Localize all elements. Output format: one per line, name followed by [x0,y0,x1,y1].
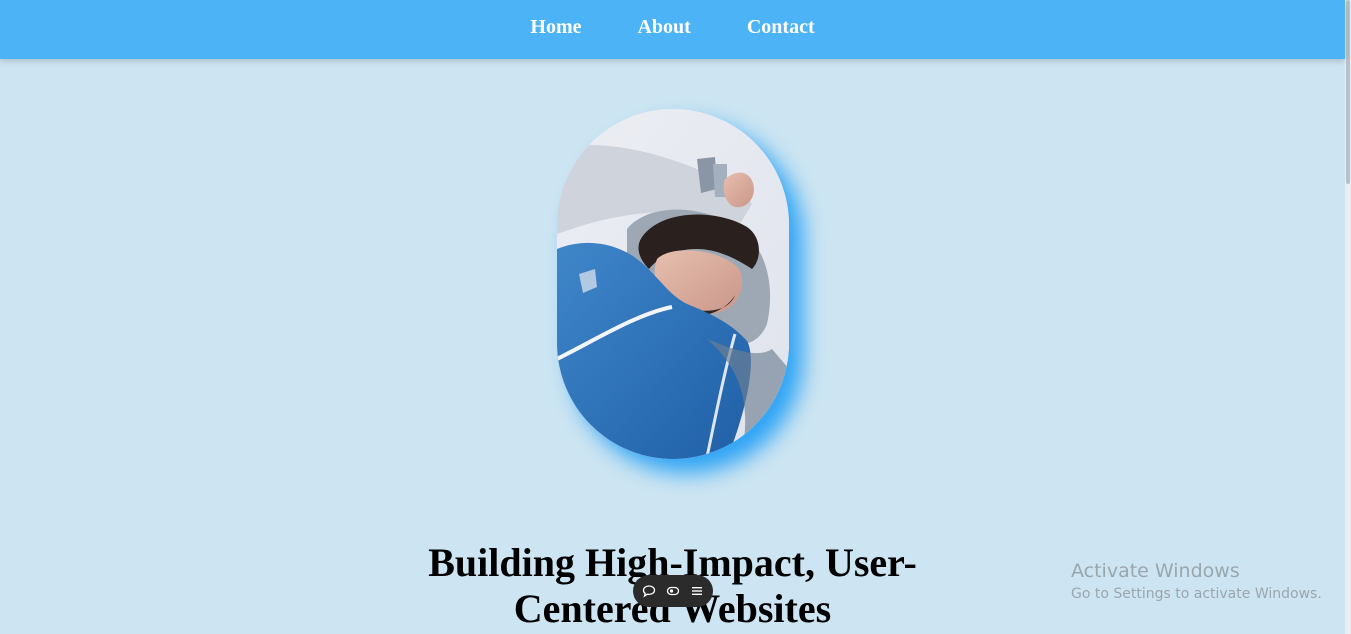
activate-windows-watermark: Activate Windows Go to Settings to activ… [1071,560,1322,604]
comment-icon[interactable] [641,583,657,599]
watermark-subtitle: Go to Settings to activate Windows. [1071,586,1322,602]
watermark-title: Activate Windows [1071,560,1240,582]
nav-about-link[interactable]: About [637,16,690,39]
vertical-scrollbar[interactable] [1345,0,1351,634]
top-navbar: Home About Contact [0,0,1345,59]
floating-toolbar [633,575,713,607]
page: Home About Contact Building High-Impact,… [0,0,1351,634]
nav-contact-link[interactable]: Contact [747,16,815,39]
menu-icon[interactable] [689,583,705,599]
profile-photo [557,109,789,459]
scrollbar-thumb[interactable] [1346,0,1350,184]
nav-home-link[interactable]: Home [530,16,581,39]
eye-icon[interactable] [665,583,681,599]
